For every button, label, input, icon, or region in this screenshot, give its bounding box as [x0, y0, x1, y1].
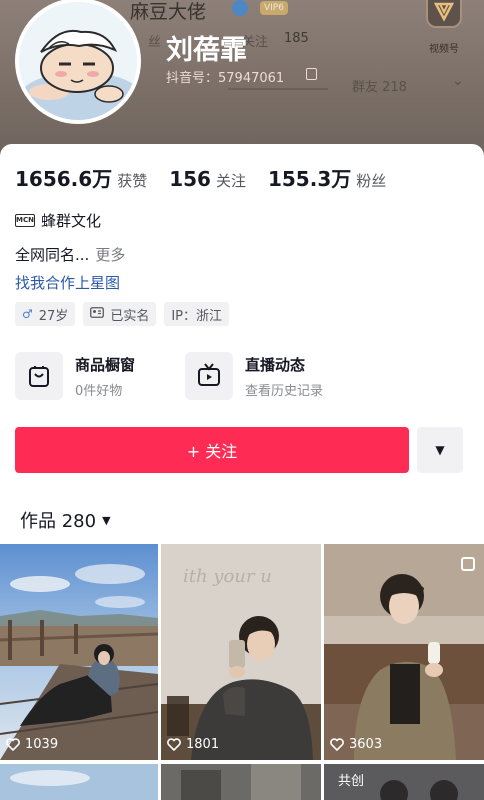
chevron-down-icon[interactable]: ⌄	[452, 73, 464, 89]
svg-text:ith your u: ith your u	[183, 566, 272, 587]
channel-label: 视频号	[429, 44, 459, 55]
heart-icon	[6, 738, 20, 751]
following-count[interactable]: 156	[169, 167, 211, 191]
live-subtitle: 查看历史记录	[245, 383, 324, 399]
collapsed-fans-label: 丝	[148, 35, 162, 50]
age-tag: ♂ 27岁	[15, 302, 76, 326]
mcn-link[interactable]: MCN 蜂群文化	[15, 210, 101, 231]
works-label: 作品 280	[20, 511, 97, 532]
likes-label: 获赞	[117, 172, 148, 190]
ip-text: IP：浙江	[171, 308, 223, 324]
id-card-icon	[90, 307, 105, 321]
xingtu-cooperation-link[interactable]: 找我合作上星图	[15, 272, 120, 293]
caret-down-icon: ▼	[435, 443, 445, 457]
video-thumbnail[interactable]: 共创	[324, 764, 484, 800]
like-count-text: 1039	[25, 737, 59, 752]
verified-icon	[232, 0, 248, 16]
stats-row: 1656.6万 获赞 156 关注 155.3万 粉丝	[15, 163, 408, 192]
profile-name: 刘蓓霏	[166, 35, 247, 66]
age-text: 27岁	[38, 308, 69, 324]
heart-icon	[167, 738, 181, 751]
shop-title: 商品橱窗	[75, 355, 136, 374]
like-count-text: 3603	[349, 737, 383, 752]
channel-button[interactable]: 视频号	[420, 0, 468, 55]
likes-count[interactable]: 1656.6万	[15, 163, 112, 192]
heart-icon	[330, 738, 344, 751]
video-thumbnail[interactable]	[0, 764, 158, 800]
like-count-text: 1801	[186, 737, 220, 752]
profile-tags: ♂ 27岁 已实名 IP：浙江	[15, 302, 237, 326]
followers-label: 粉丝	[356, 172, 387, 190]
bio-text: 全网同名...	[15, 246, 90, 264]
male-icon: ♂	[22, 307, 33, 321]
collapsed-nickname: 麻豆大佬	[130, 1, 207, 23]
followers-count[interactable]: 155.3万	[268, 163, 351, 192]
like-count: 3603	[330, 737, 382, 752]
realname-text: 已实名	[110, 308, 150, 324]
works-grid: 1039 ith your u 1801 3603 共创	[0, 544, 484, 800]
shopping-bag-icon	[15, 352, 63, 400]
like-count: 1801	[167, 737, 219, 752]
vip-badge: VIP6	[260, 1, 288, 15]
mcn-icon: MCN	[15, 214, 35, 227]
follow-button[interactable]: + 关注	[15, 427, 409, 473]
tab-works[interactable]: 作品 280 ▼	[20, 507, 111, 533]
avatar[interactable]	[15, 0, 141, 124]
more-options-button[interactable]: ▼	[417, 427, 463, 473]
profile-card: 1656.6万 获赞 156 关注 155.3万 粉丝 MCN 蜂群文化 全网同…	[0, 144, 484, 800]
video-thumbnail[interactable]: ith your u 1801	[161, 544, 321, 760]
mcn-name: 蜂群文化	[41, 212, 102, 230]
like-count: 1039	[6, 737, 58, 752]
realname-tag[interactable]: 已实名	[83, 302, 157, 326]
live-history-entry[interactable]: 直播动态 查看历史记录	[185, 352, 323, 400]
caret-down-icon: ▼	[102, 513, 111, 527]
copy-icon[interactable]	[306, 68, 317, 80]
shop-subtitle: 0件好物	[75, 383, 123, 399]
group-members-link[interactable]: 群友 218	[352, 76, 407, 95]
video-thumbnail[interactable]	[161, 764, 321, 800]
channel-icon	[426, 0, 462, 28]
tv-icon	[185, 352, 233, 400]
video-thumbnail[interactable]: 3603	[324, 544, 484, 760]
collapsed-count: 185	[284, 31, 309, 46]
multi-image-icon	[461, 557, 475, 571]
cocreate-label: 共创	[338, 774, 365, 789]
collapsed-divider	[228, 88, 328, 90]
video-thumbnail[interactable]: 1039	[0, 544, 158, 760]
live-title: 直播动态	[245, 355, 306, 374]
douyin-id: 抖音号：57947061	[166, 71, 285, 86]
bio: 全网同名... 更多	[15, 244, 125, 265]
bio-more-link[interactable]: 更多	[95, 246, 125, 264]
following-label: 关注	[215, 172, 246, 190]
shop-window-entry[interactable]: 商品橱窗 0件好物	[15, 352, 135, 400]
profile-header: 麻豆大佬 VIP6 丝 关注 185 群友 218 ⌄ 视频号 刘蓓霏 抖音号：…	[0, 0, 484, 160]
ip-tag: IP：浙江	[164, 302, 230, 326]
